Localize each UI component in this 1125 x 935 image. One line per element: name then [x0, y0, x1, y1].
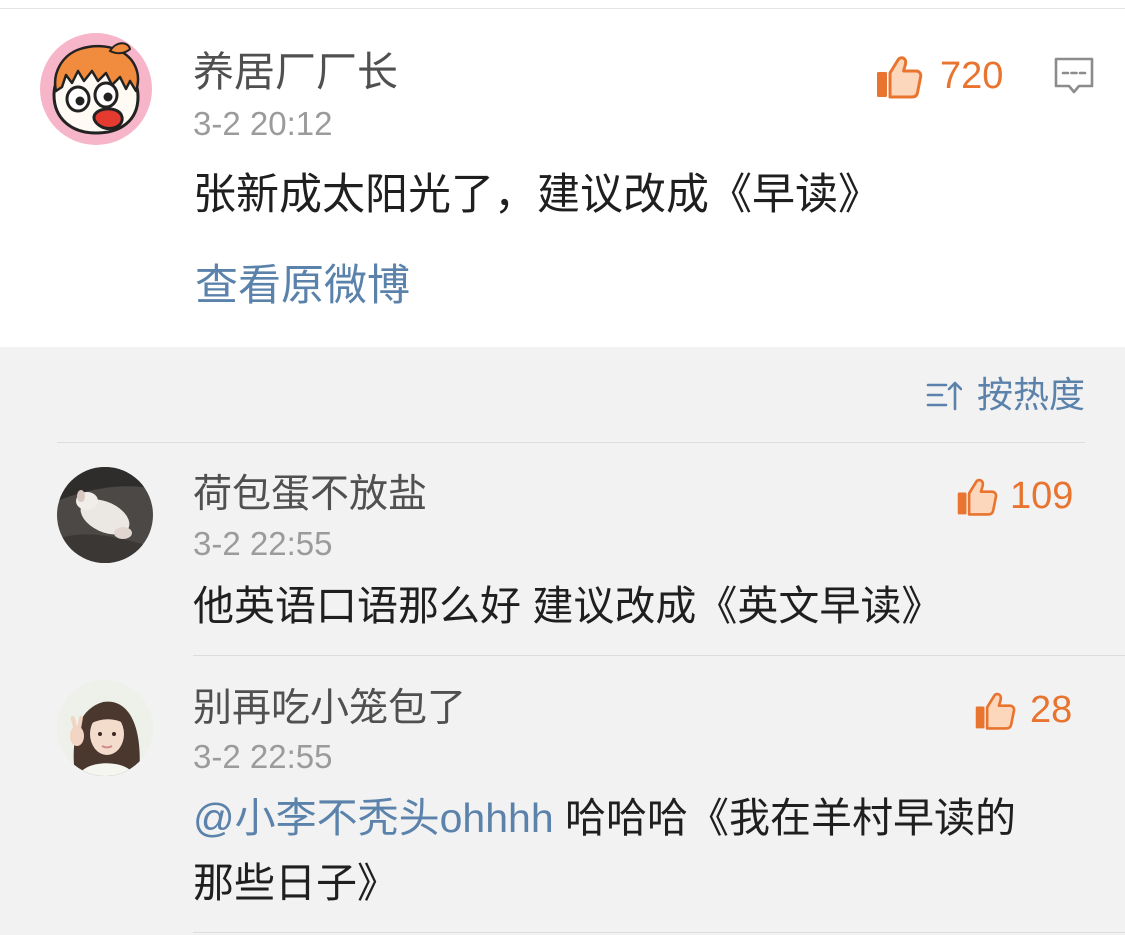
sort-by-hot-button[interactable]: 按热度 — [926, 372, 1086, 418]
sort-label: 按热度 — [977, 374, 1086, 415]
timestamp: 3-2 22:55 — [193, 525, 333, 562]
thumbs-up-icon — [975, 692, 1016, 730]
reply-text: 他英语口语那么好 建议改成《英文早读》 — [193, 583, 943, 629]
comment-icon — [1054, 57, 1094, 94]
thumbs-up-icon — [957, 478, 998, 516]
reply-item: 荷包蛋不放盐 3-2 22:55 109 他英语口语那么好 建议改成《英文早读》 — [0, 443, 1125, 655]
username[interactable]: 养居厂厂长 — [193, 49, 398, 95]
dog-avatar-image — [57, 467, 153, 563]
reply-item: 别再吃小笼包了 3-2 22:55 28 @小李不秃头ohhhh 哈哈哈《我在羊… — [0, 656, 1125, 932]
reply-avatar[interactable] — [57, 467, 153, 563]
main-comment-avatar[interactable] — [40, 33, 152, 145]
like-count: 28 — [1030, 689, 1073, 731]
like-button[interactable]: 28 — [974, 689, 1084, 731]
replies-section: 按热度 荷包蛋不放盐 3-2 22:55 109 他英语口语那么好 建议改成《英… — [0, 347, 1125, 935]
reply-button[interactable] — [1052, 56, 1096, 96]
top-divider — [0, 8, 1125, 9]
divider — [193, 932, 1125, 933]
mention-link[interactable]: @小李不秃头ohhhh — [193, 795, 554, 841]
sort-icon — [926, 381, 962, 411]
reply-text: @小李不秃头ohhhh 哈哈哈《我在羊村早读的那些日子》 — [193, 786, 1038, 916]
like-button[interactable]: 109 — [956, 475, 1081, 517]
cartoon-avatar-image — [40, 33, 152, 145]
comment-text: 张新成太阳光了，建议改成《早读》 — [193, 171, 881, 219]
thumbs-up-icon — [877, 56, 923, 99]
username[interactable]: 别再吃小笼包了 — [193, 686, 466, 732]
original-comment: 养居厂厂长 3-2 20:12 720 张新成太阳光了，建议改成《早读》 查看原… — [0, 0, 1125, 347]
timestamp: 3-2 22:55 — [193, 738, 333, 775]
timestamp: 3-2 20:12 — [193, 105, 333, 142]
username[interactable]: 荷包蛋不放盐 — [193, 472, 427, 518]
view-original-weibo-link[interactable]: 查看原微博 — [195, 260, 410, 312]
like-count: 109 — [1010, 475, 1074, 517]
girl-avatar-image — [57, 680, 153, 776]
like-count: 720 — [940, 55, 1004, 97]
like-button[interactable]: 720 — [875, 53, 1015, 99]
reply-avatar[interactable] — [57, 680, 153, 776]
